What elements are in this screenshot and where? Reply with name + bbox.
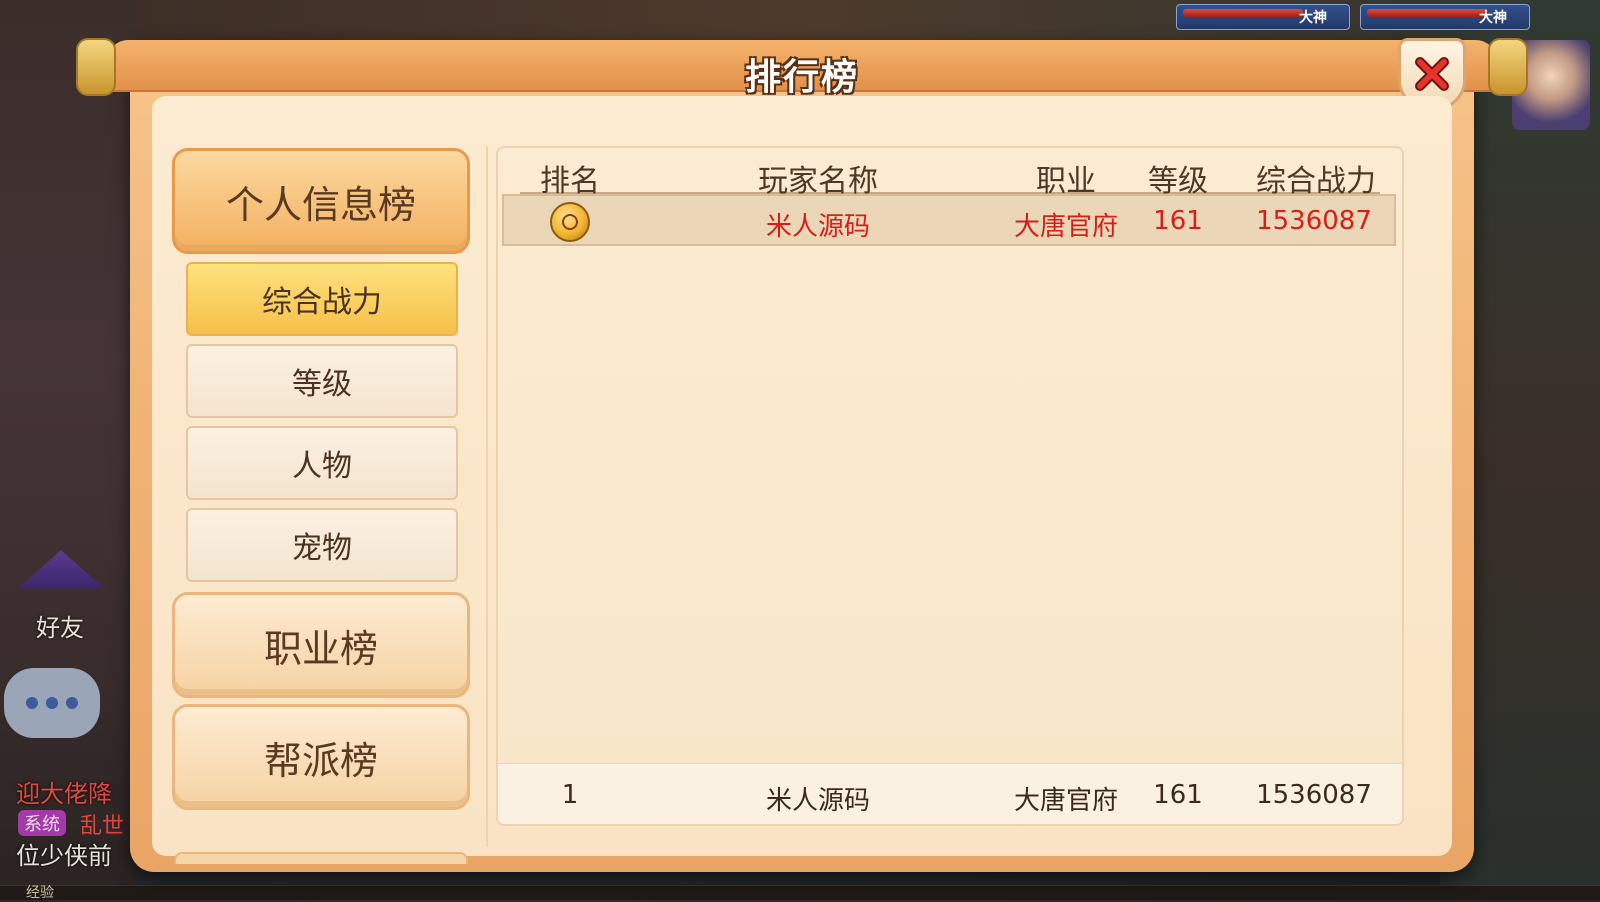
my-profession: 大唐官府: [1013, 786, 1119, 816]
subtab-character[interactable]: 人物: [186, 426, 458, 500]
tab-personal-ranking[interactable]: 个人信息榜: [172, 148, 470, 254]
tab-guild-ranking[interactable]: 帮派榜: [172, 704, 470, 810]
tab-profession-ranking[interactable]: 职业榜: [172, 592, 470, 698]
divider: [486, 146, 488, 846]
game-scene-left: [0, 0, 140, 900]
subtab-label: 宠物: [292, 531, 352, 566]
friend-label[interactable]: 好友: [36, 608, 84, 643]
row-player-name: 米人源码: [765, 212, 871, 242]
dot-icon: [46, 697, 58, 709]
dot-icon: [26, 697, 38, 709]
team-member-hp-bar[interactable]: 大神: [1360, 4, 1530, 30]
subtab-combat-power[interactable]: 综合战力: [186, 262, 458, 336]
team-member-hp-bar[interactable]: 大神: [1176, 4, 1350, 30]
close-icon: [1415, 57, 1449, 91]
leaderboard-window: 排行榜 个人信息榜 综合战力 等级 人物 宠物 职业榜 帮派榜 排名 玩家名称 …: [76, 38, 1528, 872]
scroll-more-indicator[interactable]: [174, 852, 468, 864]
gold-medal-icon: [550, 202, 590, 242]
row-level: 161: [1153, 206, 1203, 236]
my-rank-row: 1 米人源码 大唐官府 161 1536087: [498, 763, 1402, 824]
hud-tag: 大神: [1299, 10, 1327, 26]
window-title: 排行榜: [744, 57, 859, 98]
my-rank: 1: [561, 780, 579, 810]
exp-label: 经验: [26, 885, 54, 901]
subtab-label: 等级: [292, 367, 352, 402]
ranking-table: 排名 玩家名称 职业 等级 综合战力 米人源码 大唐官府 161 1536087…: [496, 146, 1404, 826]
scroll-cap-ornament: [1488, 38, 1528, 96]
system-badge: 系统: [18, 810, 66, 836]
table-header: 排名 玩家名称 职业 等级 综合战力: [520, 148, 1380, 199]
row-combat-power: 1536087: [1256, 206, 1372, 236]
tab-label: 个人信息榜: [225, 182, 416, 227]
window-body: 个人信息榜 综合战力 等级 人物 宠物 职业榜 帮派榜 排名 玩家名称 职业 等…: [152, 96, 1452, 864]
subtab-label: 综合战力: [262, 285, 382, 320]
subtab-level[interactable]: 等级: [186, 344, 458, 418]
chat-bubble-button[interactable]: [4, 668, 100, 738]
my-level: 161: [1153, 780, 1203, 810]
my-player-name: 米人源码: [765, 786, 871, 816]
tab-label: 帮派榜: [263, 738, 378, 783]
subtab-pet[interactable]: 宠物: [186, 508, 458, 582]
hud-tag: 大神: [1479, 10, 1507, 26]
dot-icon: [66, 697, 78, 709]
my-combat-power: 1536087: [1256, 780, 1372, 810]
chat-message: 位少侠前: [16, 842, 112, 870]
exp-bar: [0, 885, 1600, 900]
scroll-cap-ornament: [76, 38, 116, 96]
subtab-label: 人物: [292, 449, 352, 484]
row-profession: 大唐官府: [1013, 212, 1119, 242]
tab-label: 职业榜: [263, 626, 378, 671]
chat-message: 迎大佬降: [16, 780, 112, 808]
